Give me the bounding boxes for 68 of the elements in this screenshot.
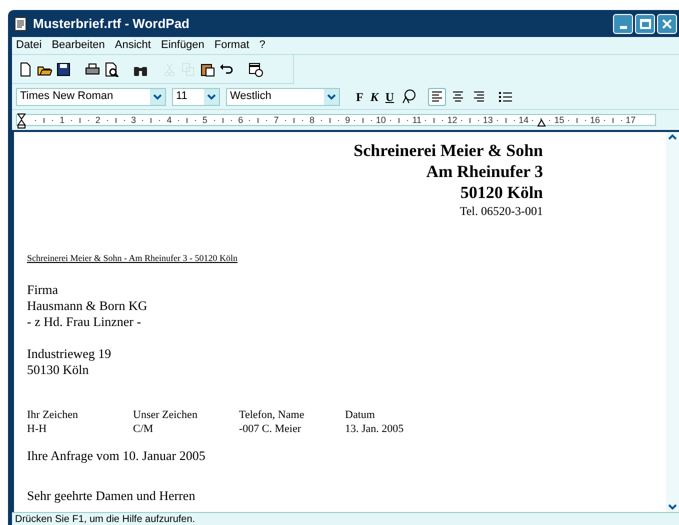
reference-value: C/M <box>133 422 154 436</box>
reference-value: -007 C. Meier <box>239 422 302 436</box>
subject-line: Ihre Anfrage vom 10. Januar 2005 <box>27 446 206 465</box>
ruler-number: 8 <box>309 116 314 124</box>
close-icon[interactable] <box>661 18 673 30</box>
bullet-list-icon[interactable] <box>499 90 512 102</box>
minimize-button[interactable] <box>613 14 633 34</box>
status-bar: Drücken Sie F1, um die Hilfe aufzurufen. <box>12 512 679 525</box>
salutation: Sehr geehrte Damen und Herren <box>27 487 196 505</box>
ruler-number: 1 <box>60 116 65 124</box>
ruler-number: 12 <box>447 116 458 124</box>
print-preview-icon[interactable] <box>104 62 119 76</box>
menu-item[interactable]: Datei <box>16 37 42 54</box>
script-dropdown[interactable]: Westlich <box>226 88 340 106</box>
ruler-number: 3 <box>131 116 136 124</box>
ruler-number: 4 <box>166 116 172 124</box>
italic-button[interactable]: K <box>370 88 378 106</box>
underline-button[interactable]: U <box>385 88 394 106</box>
right-margin-marker-icon[interactable] <box>537 119 546 127</box>
ruler-number: 15 <box>554 116 564 124</box>
ruler[interactable]: 1 2 3 4 5 6 7 8 9 10 11 12 13 14 15 16 17 <box>16 114 656 126</box>
menu-item[interactable]: Format <box>214 37 250 54</box>
reference-label: Ihr Zeichen <box>27 408 78 422</box>
letterhead-line: Am Rheinufer 3 <box>426 161 543 182</box>
ruler-number: 6 <box>238 116 244 124</box>
bold-button[interactable]: F <box>356 88 364 106</box>
new-document-icon[interactable] <box>18 62 33 76</box>
ruler-number: 17 <box>626 116 636 124</box>
sender-line: Schreinerei Meier & Sohn - Am Rheinufer 3 - 50120 Köln <box>27 252 238 265</box>
reference-label: Unser Zeichen <box>133 408 198 422</box>
indent-marker-icon[interactable] <box>17 113 26 129</box>
calendar-clock-icon[interactable] <box>248 62 263 76</box>
reference-value: H-H <box>27 422 47 436</box>
address-line: 50130 Köln <box>27 362 89 378</box>
ruler-number: 16 <box>590 116 600 124</box>
printer-icon[interactable] <box>85 62 100 76</box>
undo-icon[interactable] <box>219 62 234 76</box>
maximize-button[interactable] <box>635 14 655 34</box>
address-line: Industrieweg 19 <box>27 346 112 362</box>
ruler-number: 2 <box>95 116 100 124</box>
address-line: Firma <box>27 282 58 298</box>
ruler-number: 11 <box>412 116 422 124</box>
menu-item[interactable]: ? <box>259 37 266 54</box>
reference-value: 13. Jan. 2005 <box>345 422 404 436</box>
reference-label: Datum <box>345 408 375 422</box>
reference-label: Telefon, Name <box>239 408 304 422</box>
menu-item[interactable]: Bearbeiten <box>52 37 105 54</box>
menu-item[interactable]: Ansicht <box>114 37 151 54</box>
ruler-number: 5 <box>202 116 208 124</box>
letterhead-line: 50120 Köln <box>460 182 543 203</box>
menu-item[interactable]: Einfügen <box>160 37 204 54</box>
font-name-dropdown[interactable]: Times New Roman <box>16 88 166 106</box>
ruler-number: 9 <box>345 116 350 124</box>
ruler-number: 7 <box>274 116 279 124</box>
close-button[interactable] <box>657 14 677 34</box>
ruler-number: 10 <box>376 116 386 124</box>
letterhead-line: Schreinerei Meier & Sohn <box>354 140 543 161</box>
address-line: Hausmann & Born KG <box>27 298 148 314</box>
phone-number: Tel. 06520-3-001 <box>460 203 543 220</box>
vertical-scrollbar[interactable] <box>666 132 679 512</box>
save-icon[interactable] <box>56 62 71 76</box>
clipboard-icon[interactable] <box>200 62 215 76</box>
document-icon <box>14 16 27 30</box>
ruler-number: 13 <box>482 116 493 124</box>
address-line: - z Hd. Frau Linzner - <box>27 314 142 330</box>
window-title: Musterbrief.rtf - WordPad <box>33 14 190 33</box>
font-size-dropdown[interactable]: 11 <box>172 88 220 106</box>
ruler-number: 14 <box>518 116 529 124</box>
